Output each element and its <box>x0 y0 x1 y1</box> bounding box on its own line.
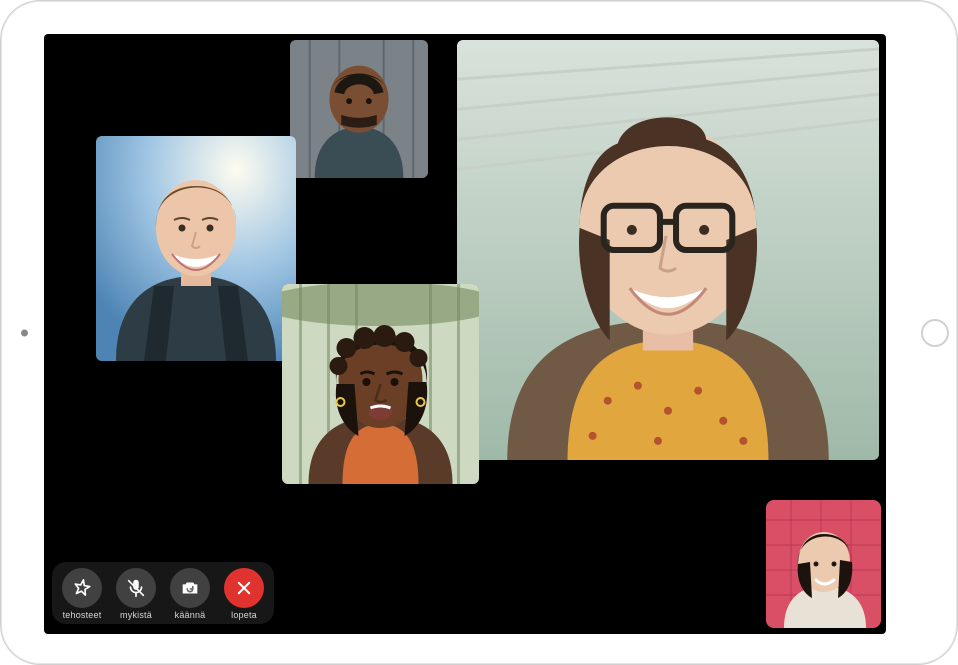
participant-tile-active[interactable] <box>457 40 879 460</box>
mic-off-icon <box>125 577 147 599</box>
end-call-label: lopeta <box>231 610 257 620</box>
close-x-icon <box>235 579 253 597</box>
flip-camera-icon <box>179 577 201 599</box>
front-camera-dot <box>21 329 28 336</box>
self-view-tile[interactable] <box>766 500 881 628</box>
flip-camera-label: käännä <box>175 610 206 620</box>
call-controls-bar: tehosteet mykistä <box>52 562 274 624</box>
effects-star-icon <box>71 577 93 599</box>
effects-button[interactable] <box>62 568 102 608</box>
mute-button[interactable] <box>116 568 156 608</box>
effects-label: tehosteet <box>63 610 102 620</box>
facetime-call-screen: tehosteet mykistä <box>44 34 886 634</box>
participant-tile-4[interactable] <box>282 284 479 484</box>
ipad-device-frame: tehosteet mykistä <box>0 0 958 665</box>
home-button[interactable] <box>921 319 949 347</box>
participant-tile-3[interactable] <box>96 136 296 361</box>
participant-tile-2[interactable] <box>290 40 428 178</box>
flip-camera-button[interactable] <box>170 568 210 608</box>
end-call-button[interactable] <box>224 568 264 608</box>
mute-label: mykistä <box>120 610 152 620</box>
